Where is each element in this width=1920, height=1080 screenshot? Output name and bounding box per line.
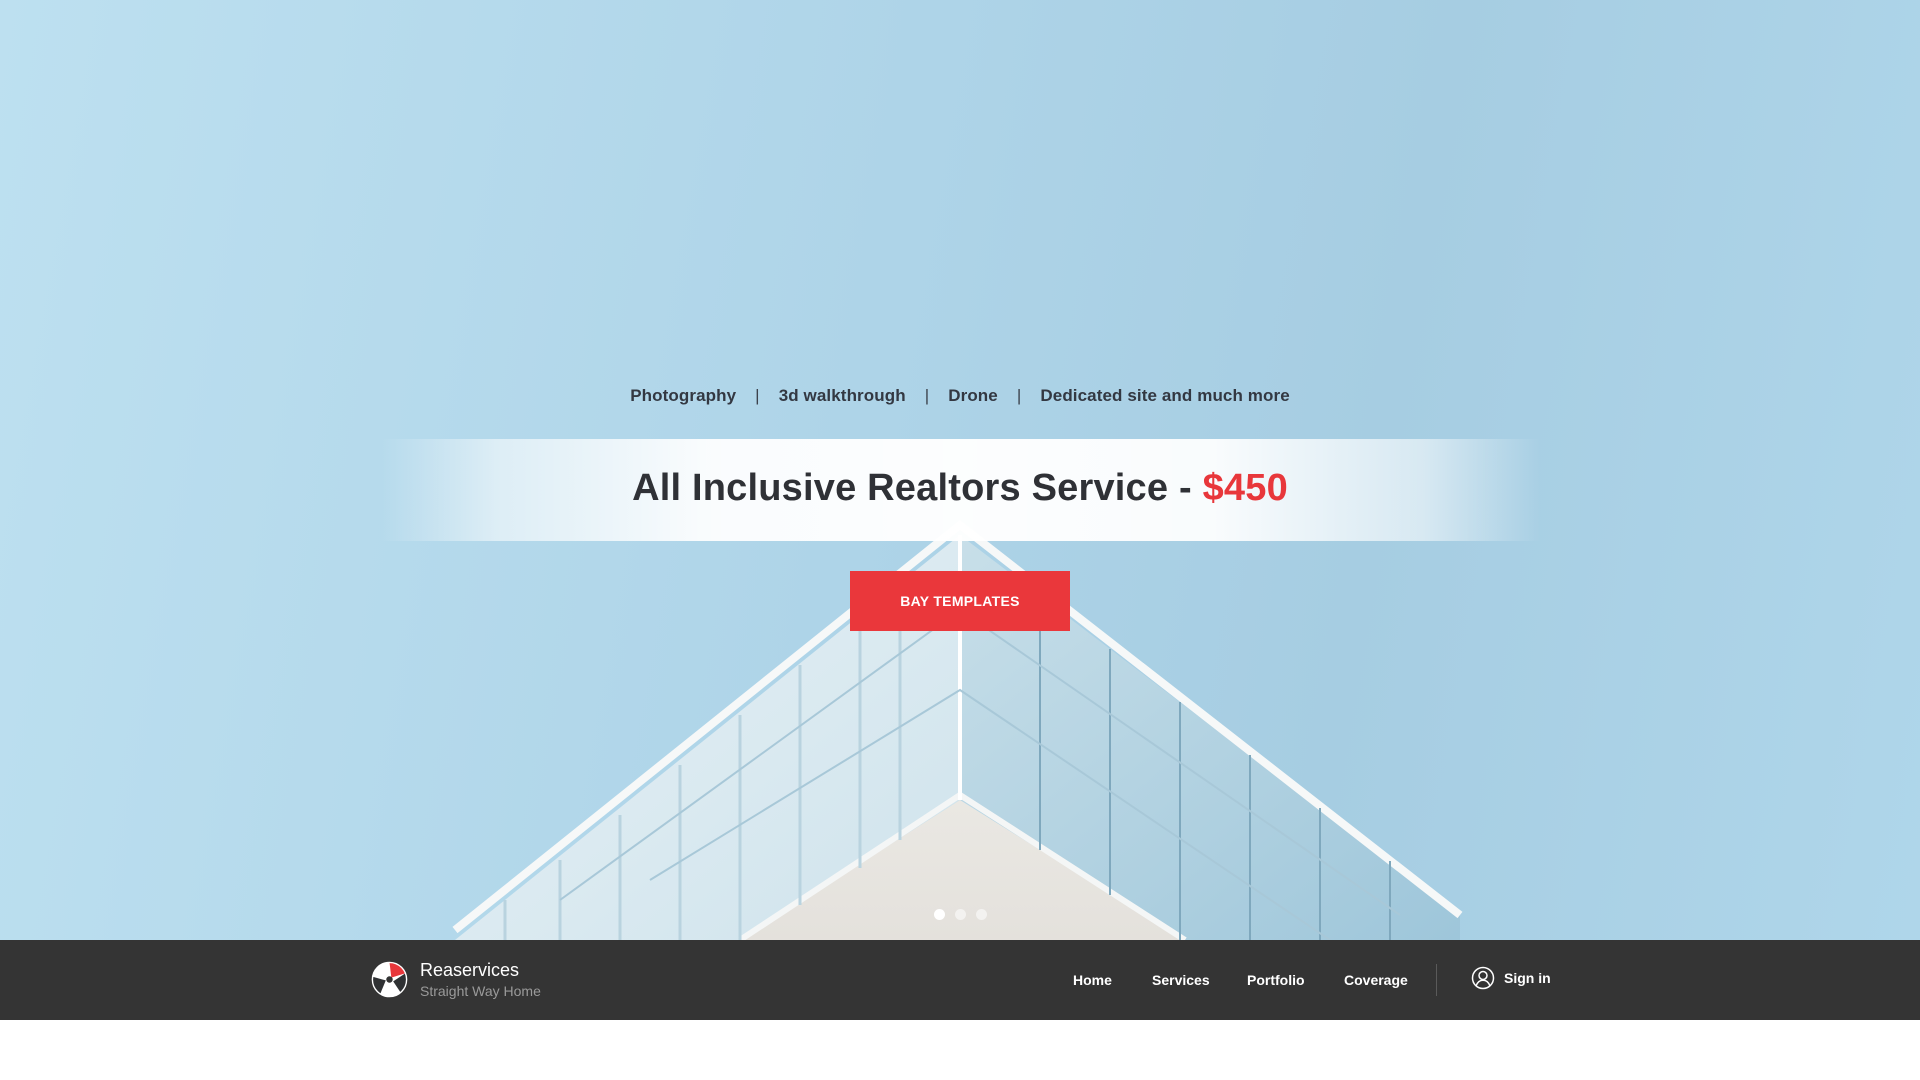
separator: |	[924, 386, 930, 405]
sign-in-link[interactable]: Sign in	[1471, 966, 1551, 990]
nav-services[interactable]: Services	[1152, 972, 1210, 988]
nav-divider	[1436, 964, 1437, 996]
services-list: Photography | 3d walkthrough | Drone | Dedicat…	[0, 386, 1920, 406]
service-photography: Photography	[630, 386, 737, 405]
hero-banner: Photography | 3d walkthrough | Drone | Dedicat…	[0, 0, 1920, 940]
separator: |	[755, 386, 760, 405]
brand-tagline: Straight Way Home	[420, 983, 541, 999]
service-drone: Drone	[948, 386, 998, 405]
headline-price: $450	[1202, 467, 1288, 509]
separator: |	[1016, 386, 1022, 405]
user-circle-icon	[1471, 966, 1495, 990]
slider-pagination	[934, 909, 987, 920]
hero-headline: All Inclusive Realtors Service - $450	[380, 467, 1540, 510]
brand-name[interactable]: Reaservices	[420, 960, 519, 981]
sign-in-label: Sign in	[1504, 970, 1551, 986]
main-navbar: Reaservices Straight Way Home Home Servi…	[0, 940, 1920, 1020]
nav-home[interactable]: Home	[1073, 972, 1112, 988]
camera-aperture-icon[interactable]	[371, 961, 408, 998]
headline-text: All Inclusive Realtors Service -	[632, 467, 1192, 509]
slider-dot-3[interactable]	[976, 909, 987, 920]
slider-dot-2[interactable]	[955, 909, 966, 920]
bay-templates-button[interactable]: BAY TEMPLATES	[850, 571, 1070, 631]
nav-coverage[interactable]: Coverage	[1344, 972, 1408, 988]
slider-dot-1[interactable]	[934, 909, 945, 920]
service-3d-walkthrough: 3d walkthrough	[778, 386, 906, 405]
nav-portfolio[interactable]: Portfolio	[1247, 972, 1305, 988]
headline-band: All Inclusive Realtors Service - $450	[380, 439, 1540, 541]
service-dedicated-site: Dedicated site and much more	[1040, 386, 1290, 405]
